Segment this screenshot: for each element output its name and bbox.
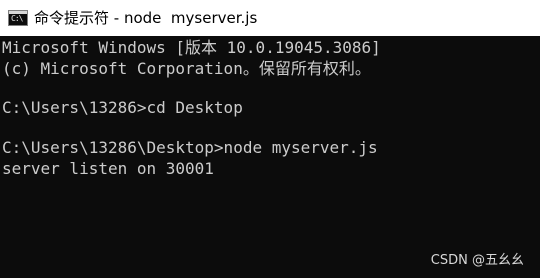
console-line: C:\Users\13286>cd Desktop — [2, 98, 243, 117]
app-icon-glyph: C:\ — [11, 14, 23, 23]
console-line: server listen on 30001 — [2, 159, 214, 178]
console-output-area[interactable]: Microsoft Windows [版本 10.0.19045.3086] (… — [0, 37, 540, 278]
console-line: C:\Users\13286\Desktop>node myserver.js — [2, 138, 378, 157]
command-prompt-window: C:\ 命令提示符 - node myserver.js Microsoft W… — [0, 0, 540, 278]
console-line: (c) Microsoft Corporation。保留所有权利。 — [2, 59, 371, 78]
watermark-text: CSDN @五幺幺 — [430, 253, 524, 268]
window-title: 命令提示符 - node myserver.js — [34, 9, 258, 27]
console-app-icon[interactable]: C:\ — [8, 10, 28, 26]
console-line: Microsoft Windows [版本 10.0.19045.3086] — [2, 38, 381, 57]
title-bar[interactable]: C:\ 命令提示符 - node myserver.js — [0, 0, 540, 36]
